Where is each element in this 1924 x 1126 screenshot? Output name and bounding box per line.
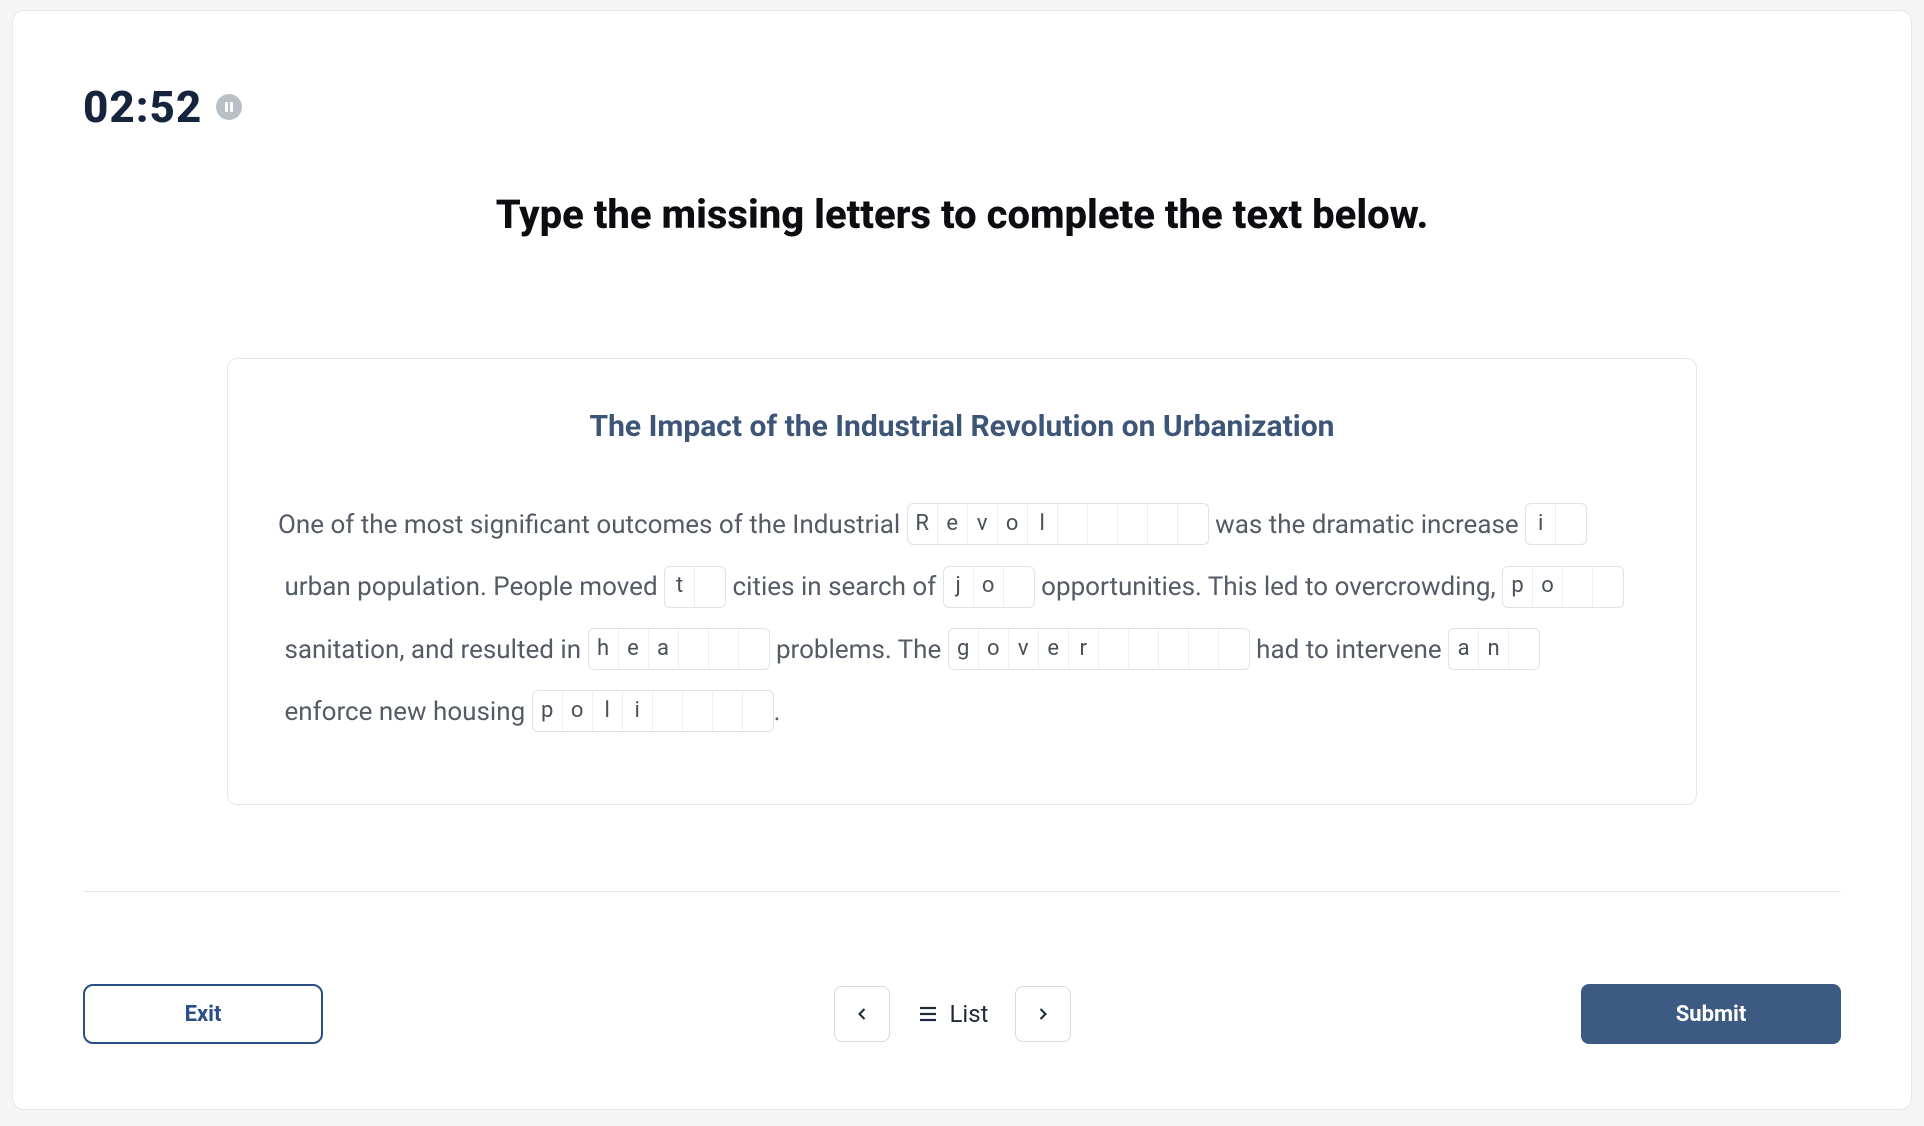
letter-cell[interactable]: l bbox=[1028, 504, 1058, 544]
word-input[interactable]: i. bbox=[1525, 503, 1587, 545]
word-input[interactable]: Revol..... bbox=[907, 503, 1209, 545]
passage-text: was the dramatic increase bbox=[1209, 510, 1525, 540]
letter-cell[interactable]: h bbox=[589, 629, 619, 669]
letter-cell[interactable]: n bbox=[1479, 629, 1509, 669]
letter-cell[interactable]: o bbox=[998, 504, 1028, 544]
passage-text: had to intervene bbox=[1250, 635, 1448, 665]
letter-cell[interactable]: a bbox=[649, 629, 679, 669]
letter-cell[interactable]: . bbox=[1509, 629, 1539, 669]
letter-cell[interactable]: . bbox=[1593, 567, 1623, 607]
letter-cell[interactable]: . bbox=[1088, 504, 1118, 544]
timer-area: 02:52 bbox=[83, 81, 242, 133]
letter-cell[interactable]: e bbox=[619, 629, 649, 669]
passage-text: . bbox=[774, 697, 781, 727]
exit-button[interactable]: Exit bbox=[83, 984, 323, 1044]
pause-button[interactable] bbox=[216, 94, 242, 120]
timer-display: 02:52 bbox=[83, 81, 202, 133]
letter-cell[interactable]: . bbox=[1058, 504, 1088, 544]
passage-text: opportunities. This led to overcrowding, bbox=[1035, 572, 1502, 602]
letter-cell[interactable]: . bbox=[1556, 504, 1586, 544]
letter-cell[interactable]: o bbox=[979, 629, 1009, 669]
letter-cell[interactable]: e bbox=[938, 504, 968, 544]
instruction-heading: Type the missing letters to complete the… bbox=[73, 191, 1851, 238]
next-button[interactable] bbox=[1015, 986, 1071, 1042]
letter-cell[interactable]: . bbox=[709, 629, 739, 669]
letter-cell[interactable]: o bbox=[563, 691, 593, 731]
quiz-card: 02:52 Type the missing letters to comple… bbox=[12, 10, 1912, 1110]
chevron-right-icon bbox=[1033, 1004, 1053, 1024]
word-input[interactable]: jo. bbox=[943, 566, 1035, 608]
passage-text: cities in search of bbox=[726, 572, 943, 602]
list-button[interactable]: List bbox=[908, 1000, 997, 1028]
letter-cell[interactable]: p bbox=[533, 691, 563, 731]
letter-cell[interactable]: . bbox=[1189, 629, 1219, 669]
passage-text: One of the most significant outcomes of … bbox=[278, 510, 907, 540]
letter-cell[interactable]: g bbox=[949, 629, 979, 669]
letter-cell[interactable]: o bbox=[974, 567, 1004, 607]
word-input[interactable]: an. bbox=[1448, 628, 1540, 670]
letter-cell[interactable]: v bbox=[968, 504, 998, 544]
letter-cell[interactable]: v bbox=[1009, 629, 1039, 669]
footer-bar: Exit List Submit bbox=[83, 984, 1841, 1044]
letter-cell[interactable]: . bbox=[679, 629, 709, 669]
passage-text: problems. The bbox=[770, 635, 948, 665]
word-input[interactable]: t. bbox=[664, 566, 726, 608]
letter-cell[interactable]: . bbox=[1129, 629, 1159, 669]
passage-text: urban population. People moved bbox=[278, 572, 664, 602]
letter-cell[interactable]: . bbox=[1159, 629, 1189, 669]
letter-cell[interactable]: . bbox=[1148, 504, 1178, 544]
passage-title: The Impact of the Industrial Revolution … bbox=[278, 409, 1646, 444]
passage-text: sanitation, and resulted in bbox=[278, 635, 588, 665]
word-input[interactable]: po.. bbox=[1502, 566, 1624, 608]
nav-group: List bbox=[834, 986, 1071, 1042]
letter-cell[interactable]: o bbox=[1533, 567, 1563, 607]
letter-cell[interactable]: r bbox=[1069, 629, 1099, 669]
word-input[interactable]: hea... bbox=[588, 628, 770, 670]
letter-cell[interactable]: . bbox=[739, 629, 769, 669]
letter-cell[interactable]: . bbox=[1563, 567, 1593, 607]
letter-cell[interactable]: . bbox=[1219, 629, 1249, 669]
letter-cell[interactable]: . bbox=[1004, 567, 1034, 607]
letter-cell[interactable]: . bbox=[1099, 629, 1129, 669]
prev-button[interactable] bbox=[834, 986, 890, 1042]
letter-cell[interactable]: t bbox=[665, 567, 695, 607]
letter-cell[interactable]: . bbox=[683, 691, 713, 731]
letter-cell[interactable]: R bbox=[908, 504, 938, 544]
letter-cell[interactable]: i bbox=[1526, 504, 1556, 544]
passage-body: One of the most significant outcomes of … bbox=[278, 494, 1646, 744]
word-input[interactable]: gover..... bbox=[948, 628, 1250, 670]
footer-divider bbox=[83, 891, 1841, 892]
list-label: List bbox=[950, 1000, 989, 1028]
letter-cell[interactable]: . bbox=[1178, 504, 1208, 544]
letter-cell[interactable]: . bbox=[1118, 504, 1148, 544]
letter-cell[interactable]: . bbox=[653, 691, 683, 731]
pause-icon bbox=[223, 101, 235, 113]
list-icon bbox=[916, 1002, 940, 1026]
letter-cell[interactable]: a bbox=[1449, 629, 1479, 669]
letter-cell[interactable]: . bbox=[695, 567, 725, 607]
chevron-left-icon bbox=[852, 1004, 872, 1024]
letter-cell[interactable]: l bbox=[593, 691, 623, 731]
letter-cell[interactable]: . bbox=[743, 691, 773, 731]
word-input[interactable]: poli.... bbox=[532, 690, 774, 732]
letter-cell[interactable]: . bbox=[713, 691, 743, 731]
passage-text: enforce new housing bbox=[278, 697, 532, 727]
letter-cell[interactable]: j bbox=[944, 567, 974, 607]
submit-button[interactable]: Submit bbox=[1581, 984, 1841, 1044]
letter-cell[interactable]: e bbox=[1039, 629, 1069, 669]
letter-cell[interactable]: p bbox=[1503, 567, 1533, 607]
letter-cell[interactable]: i bbox=[623, 691, 653, 731]
question-panel: The Impact of the Industrial Revolution … bbox=[227, 358, 1697, 805]
